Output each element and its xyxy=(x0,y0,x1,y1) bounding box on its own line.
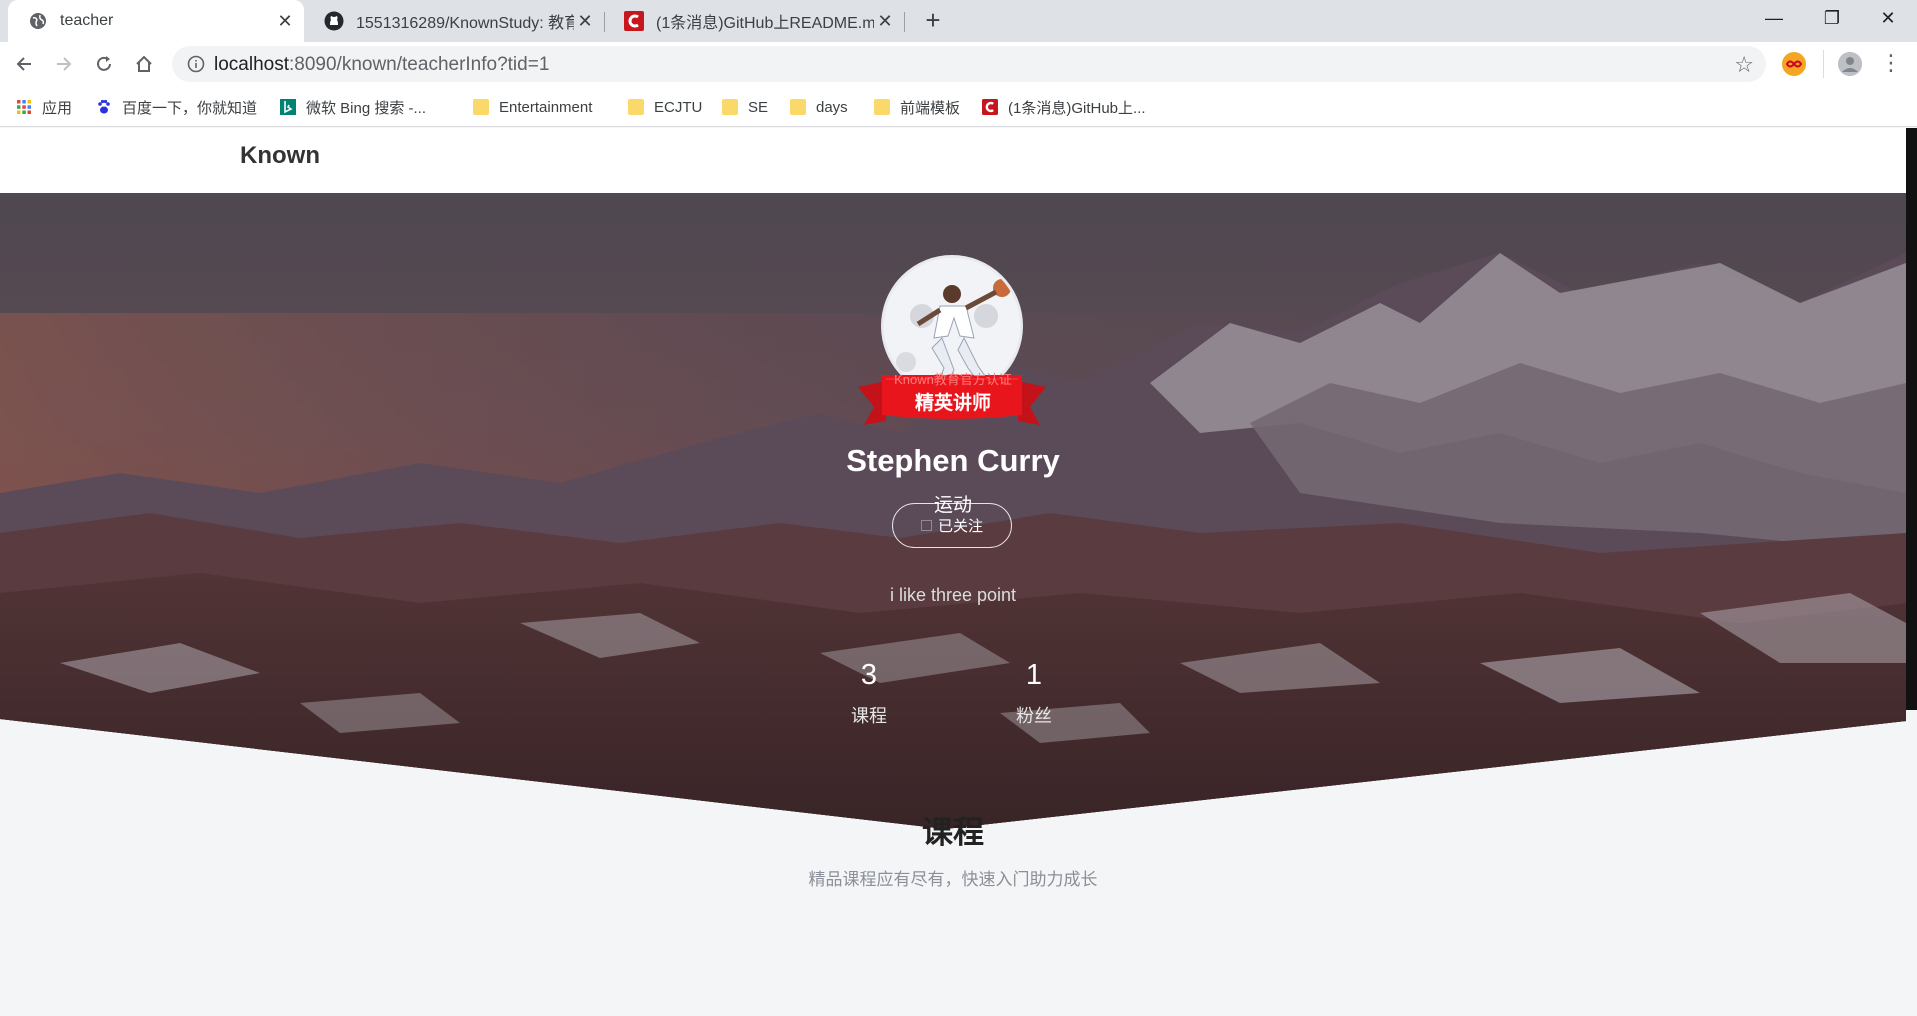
folder-icon xyxy=(790,99,806,115)
bookmark-label: 应用 xyxy=(42,99,73,117)
page-viewport: Known Known教育官方认证 精英讲师 Stephen Curry 运动 … xyxy=(0,128,1917,1016)
tab-csdn[interactable]: (1条消息)GitHub上README.md ✕ xyxy=(604,0,904,42)
bookmark-label: (1条消息)GitHub上... xyxy=(1008,99,1146,117)
fan-count-label: 粉丝 xyxy=(1016,706,1052,726)
tab-strip: teacher ✕ 1551316289/KnownStudy: 教育 ✕ (1… xyxy=(0,0,1917,42)
courses-section-title: 课程 xyxy=(922,815,984,850)
close-window-button[interactable]: ✕ xyxy=(1859,0,1917,36)
courses-section-subtitle: 精品课程应有尽有，快速入门助力成长 xyxy=(808,870,1098,889)
bookmark-bing[interactable]: 微软 Bing 搜索 -... xyxy=(280,87,426,127)
close-icon[interactable]: ✕ xyxy=(574,10,596,32)
bookmark-label: 前端模板 xyxy=(900,99,961,117)
tab-title: teacher xyxy=(60,12,114,29)
menu-kebab-icon[interactable]: ⋮ xyxy=(1880,50,1902,78)
folder-icon xyxy=(628,99,644,115)
bookmark-frontend-templates[interactable]: 前端模板 xyxy=(874,87,960,127)
folder-icon xyxy=(473,99,489,115)
tab-github[interactable]: 1551316289/KnownStudy: 教育 ✕ xyxy=(304,0,604,42)
minimize-button[interactable]: — xyxy=(1745,0,1803,36)
folder-icon xyxy=(722,99,738,115)
info-icon[interactable] xyxy=(186,54,206,74)
fan-count: 1 xyxy=(1025,659,1043,691)
csdn-icon xyxy=(982,99,998,115)
restore-button[interactable]: ❐ xyxy=(1803,0,1861,36)
reload-icon[interactable] xyxy=(88,48,120,80)
close-icon[interactable]: ✕ xyxy=(274,10,296,32)
follow-label: 已关注 xyxy=(937,518,983,535)
toolbar-divider xyxy=(1823,50,1824,78)
site-brand[interactable]: Known xyxy=(240,142,320,170)
forward-icon[interactable] xyxy=(48,48,80,80)
csdn-icon xyxy=(624,11,644,31)
baidu-paw-icon xyxy=(98,99,110,114)
bookmark-ecjtu[interactable]: ECJTU xyxy=(628,87,702,127)
browser-toolbar: localhost:8090/known/teacherInfo?tid=1 ☆ xyxy=(0,42,1917,87)
tab-teacher[interactable]: teacher ✕ xyxy=(8,0,304,42)
bookmark-entertainment[interactable]: Entertainment xyxy=(473,87,592,127)
bookmark-label: SE xyxy=(748,98,769,116)
course-count: 3 xyxy=(860,659,878,691)
address-bar[interactable]: localhost:8090/known/teacherInfo?tid=1 ☆ xyxy=(172,46,1766,82)
tab-title: (1条消息)GitHub上README.md xyxy=(656,15,874,32)
bookmark-label: days xyxy=(816,98,848,116)
course-count-label: 课程 xyxy=(851,706,887,726)
bookmark-csdn[interactable]: (1条消息)GitHub上... xyxy=(982,87,1146,127)
teacher-motto: i like three point xyxy=(889,585,1017,605)
bookmark-se[interactable]: SE xyxy=(722,87,768,127)
bookmark-label: 微软 Bing 搜索 -... xyxy=(306,99,427,117)
tab-separator xyxy=(904,12,905,32)
bookmark-apps[interactable]: 应用 xyxy=(16,87,72,127)
apps-grid-icon xyxy=(17,100,31,114)
new-tab-button[interactable]: + xyxy=(918,6,948,36)
teacher-name: Stephen Curry xyxy=(846,443,1060,478)
follow-button[interactable]: 已关注 xyxy=(892,503,1012,548)
tab-title: 1551316289/KnownStudy: 教育 xyxy=(356,15,574,32)
bookmark-label: ECJTU xyxy=(654,98,703,116)
teacher-hero-banner: Known教育官方认证 精英讲师 Stephen Curry 运动 已关注 i … xyxy=(0,193,1906,853)
url-host: localhost xyxy=(214,54,289,75)
bookmark-label: Entertainment xyxy=(499,98,593,116)
scrollbar[interactable] xyxy=(1906,128,1917,710)
bookmark-baidu[interactable]: 百度一下，你就知道 xyxy=(96,87,257,127)
folder-icon xyxy=(874,99,890,115)
back-icon[interactable] xyxy=(8,48,40,80)
certification-label: Known教育官方认证 xyxy=(894,372,1012,387)
followed-check-icon xyxy=(920,520,932,531)
github-icon xyxy=(324,11,344,31)
extension-icon[interactable] xyxy=(1782,52,1806,76)
close-icon[interactable]: ✕ xyxy=(874,10,896,32)
url-path: :8090/known/teacherInfo?tid=1 xyxy=(289,54,550,75)
bing-icon xyxy=(280,99,296,115)
bookmarks-bar: 应用 百度一下，你就知道 微软 Bing 搜索 -... Entertainme… xyxy=(0,87,1917,127)
globe-icon xyxy=(28,11,48,31)
bookmark-label: 百度一下，你就知道 xyxy=(122,99,258,117)
bookmark-star-icon[interactable]: ☆ xyxy=(1734,52,1754,78)
bookmark-days[interactable]: days xyxy=(790,87,848,127)
url-text: localhost:8090/known/teacherInfo?tid=1 xyxy=(214,54,549,76)
home-icon[interactable] xyxy=(128,48,160,80)
rank-badge: 精英讲师 xyxy=(914,393,991,414)
site-navbar: Known xyxy=(0,128,1906,193)
profile-avatar-icon[interactable] xyxy=(1838,52,1862,76)
